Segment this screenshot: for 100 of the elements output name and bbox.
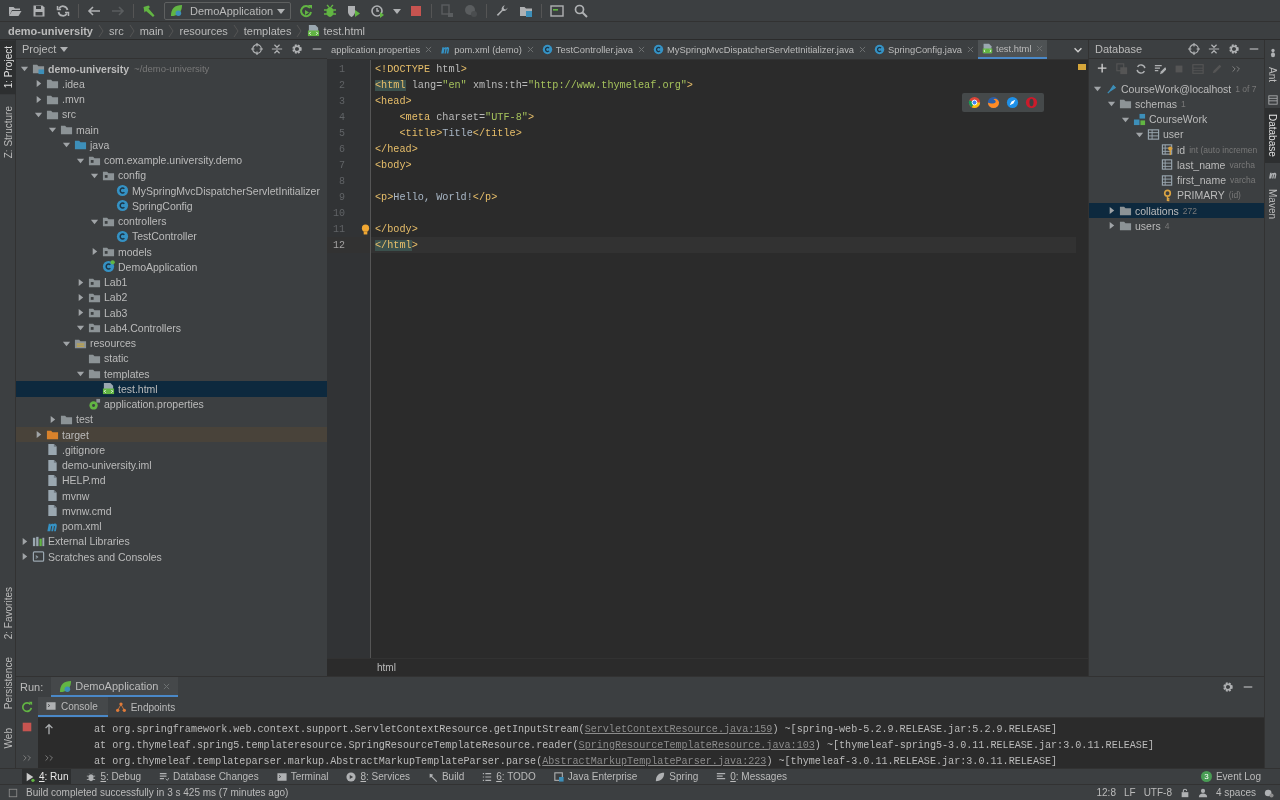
breadcrumb-item[interactable]: html <box>377 662 396 673</box>
search-icon[interactable] <box>574 3 589 18</box>
tool-window-tab[interactable]: Persistence <box>0 651 16 716</box>
settings-icon[interactable] <box>291 43 303 55</box>
tree-item[interactable]: demo-university.iml <box>16 457 327 473</box>
console-tab[interactable]: Endpoints <box>107 697 186 717</box>
tree-item[interactable]: Lab1 <box>16 274 327 290</box>
tool-window-tab[interactable]: Maven <box>1264 182 1280 225</box>
more-icon[interactable] <box>21 752 33 764</box>
expanded-arrow-icon[interactable] <box>48 125 57 135</box>
collapsed-arrow-icon[interactable] <box>34 94 43 104</box>
collapsed-arrow-icon[interactable] <box>34 79 43 89</box>
more-icon[interactable] <box>43 752 55 764</box>
tree-item[interactable]: controllers <box>16 213 327 229</box>
edit-schema-icon[interactable] <box>1154 63 1166 75</box>
run-configuration-dropdown[interactable]: DemoApplication <box>164 1 292 20</box>
tool-window-tab[interactable]: Database <box>1264 108 1280 163</box>
tree-item[interactable]: java <box>16 137 327 153</box>
tree-item[interactable]: .idea <box>16 76 327 92</box>
browser-icon[interactable] <box>968 96 981 109</box>
collapse-all-icon[interactable] <box>1208 43 1220 55</box>
tree-item[interactable]: mvnw <box>16 488 327 504</box>
collapsed-arrow-icon[interactable] <box>1107 221 1116 231</box>
hammer-icon[interactable] <box>142 3 156 18</box>
breadcrumb-item[interactable]: src <box>108 24 124 37</box>
expanded-arrow-icon[interactable] <box>76 369 85 379</box>
tree-item[interactable]: main <box>16 122 327 138</box>
tree-item[interactable]: pom.xml <box>16 518 327 534</box>
rerun-icon[interactable] <box>21 701 33 713</box>
collapsed-arrow-icon[interactable] <box>76 292 85 302</box>
tree-item[interactable]: Lab3 <box>16 305 327 321</box>
breadcrumb-item[interactable]: main <box>139 24 164 37</box>
tree-item[interactable]: application.properties <box>16 396 327 412</box>
tool-window-button[interactable]: 5: Debug <box>83 768 145 785</box>
event-log-button[interactable]: 3 Event Log <box>1197 768 1264 785</box>
wrench-icon[interactable] <box>495 3 510 18</box>
tree-item[interactable]: DemoApplication <box>16 259 327 275</box>
tree-item[interactable]: test.html <box>16 381 327 397</box>
editor-tab[interactable]: test.html <box>978 40 1048 59</box>
refresh-icon[interactable] <box>1135 63 1147 75</box>
expanded-arrow-icon[interactable] <box>1107 99 1116 109</box>
tree-item[interactable]: resources <box>16 335 327 351</box>
console-tab[interactable]: Console <box>38 697 108 717</box>
editor-tab[interactable]: pom.xml (demo) <box>436 40 538 59</box>
sync-icon[interactable] <box>56 3 70 18</box>
project-view-dropdown[interactable]: Project <box>22 43 69 55</box>
add-icon[interactable] <box>1097 63 1109 75</box>
tree-item[interactable]: user <box>1089 126 1264 142</box>
source-link[interactable]: AbstractMarkupTemplateParser.java:223 <box>542 755 767 767</box>
tool-window-button[interactable]: 8: Services <box>343 768 413 785</box>
square-icon[interactable] <box>8 787 18 798</box>
tool-window-tab[interactable]: Z: Structure <box>0 100 16 165</box>
tool-window-button[interactable]: 6: TODO <box>479 768 539 785</box>
tool-window-button[interactable]: 4: Run <box>22 768 72 785</box>
collapsed-arrow-icon[interactable] <box>1107 206 1116 216</box>
tree-item[interactable]: com.example.university.demo <box>16 152 327 168</box>
tool-window-button[interactable]: Terminal <box>273 768 332 785</box>
collapsed-arrow-icon[interactable] <box>20 536 29 546</box>
tree-item[interactable]: External Libraries <box>16 533 327 549</box>
tree-item[interactable]: models <box>16 244 327 260</box>
tree-item[interactable]: last_name varcha <box>1089 157 1264 173</box>
tree-item[interactable]: .mvn <box>16 91 327 107</box>
locate-icon[interactable] <box>1188 43 1200 55</box>
breadcrumb-item[interactable]: test.html <box>307 24 366 37</box>
stop-icon[interactable] <box>21 721 33 733</box>
collapse-all-icon[interactable] <box>271 43 283 55</box>
caret-icon[interactable] <box>393 6 402 15</box>
terminal-icon[interactable] <box>550 3 565 18</box>
coverage-icon[interactable] <box>347 3 362 18</box>
breadcrumb-item[interactable]: resources <box>179 24 228 37</box>
locate-icon[interactable] <box>251 43 263 55</box>
breadcrumb-item[interactable]: templates <box>243 24 292 37</box>
editor-tab[interactable]: TestController.java <box>537 40 649 59</box>
profiler-icon[interactable] <box>371 3 386 18</box>
collapsed-arrow-icon[interactable] <box>48 414 57 424</box>
tree-item[interactable]: Lab4.Controllers <box>16 320 327 336</box>
browser-icon[interactable] <box>987 96 1000 109</box>
tool-window-button[interactable]: Database Changes <box>156 768 262 785</box>
editor-tab[interactable]: application.properties <box>327 40 437 59</box>
lock-icon[interactable] <box>1179 787 1190 798</box>
tool-window-button[interactable]: Java Enterprise <box>550 768 641 785</box>
tree-item[interactable]: CourseWork <box>1089 111 1264 127</box>
tree-item[interactable]: collations 272 <box>1089 203 1264 219</box>
bulb-icon[interactable] <box>361 223 370 235</box>
compass-icon[interactable] <box>1006 96 1019 109</box>
source-link[interactable]: ServletContextResource.java:159 <box>584 723 773 735</box>
tree-item[interactable]: .gitignore <box>16 442 327 458</box>
collapsed-arrow-icon[interactable] <box>90 247 99 257</box>
tree-item[interactable]: MySpringMvcDispatcherServletInitializer <box>16 183 327 199</box>
tool-window-button[interactable]: Spring <box>652 768 702 785</box>
source-link[interactable]: SpringResourceTemplateResource.java:103 <box>578 739 815 751</box>
expanded-arrow-icon[interactable] <box>76 323 85 333</box>
tree-item[interactable]: static <box>16 350 327 366</box>
run-tab[interactable]: DemoApplication <box>51 677 179 697</box>
tree-item[interactable]: schemas 1 <box>1089 96 1264 112</box>
bug-icon[interactable] <box>323 3 338 18</box>
file-encoding[interactable]: UTF-8 <box>1143 787 1172 798</box>
tree-item[interactable]: Lab2 <box>16 289 327 305</box>
tool-window-button[interactable]: Build <box>424 768 468 785</box>
tree-item[interactable]: mvnw.cmd <box>16 503 327 519</box>
